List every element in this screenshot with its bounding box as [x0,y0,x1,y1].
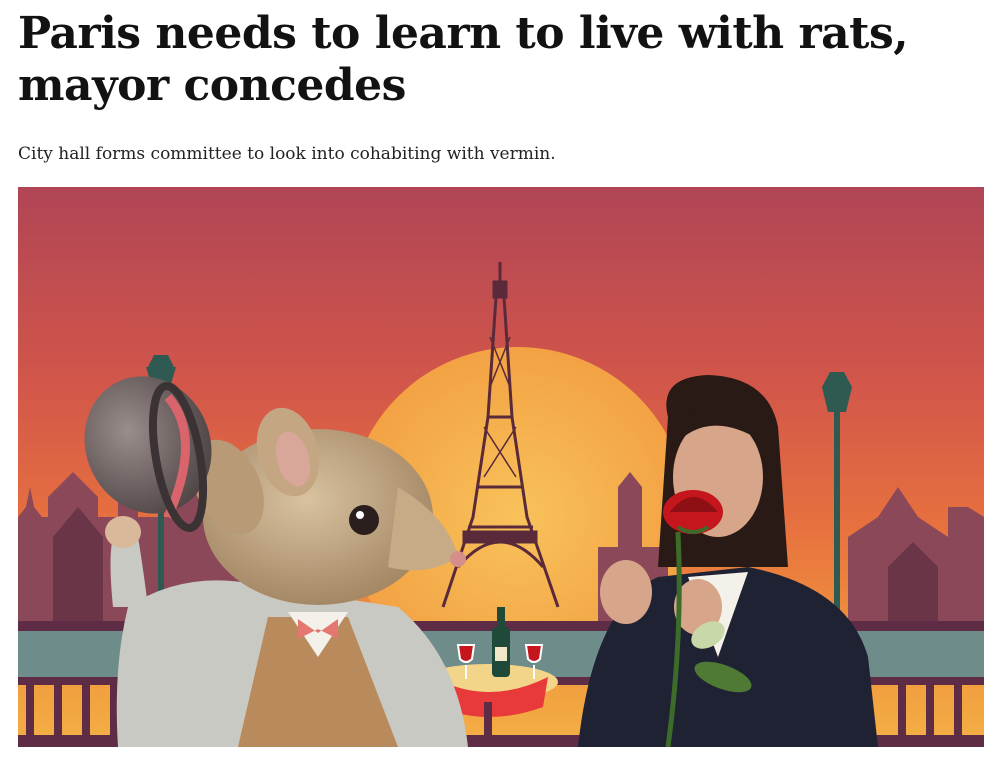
article-standfirst: City hall forms committee to look into c… [18,144,556,164]
hero-illustration [18,187,984,747]
article-headline: Paris needs to learn to live with rats, … [18,8,909,111]
